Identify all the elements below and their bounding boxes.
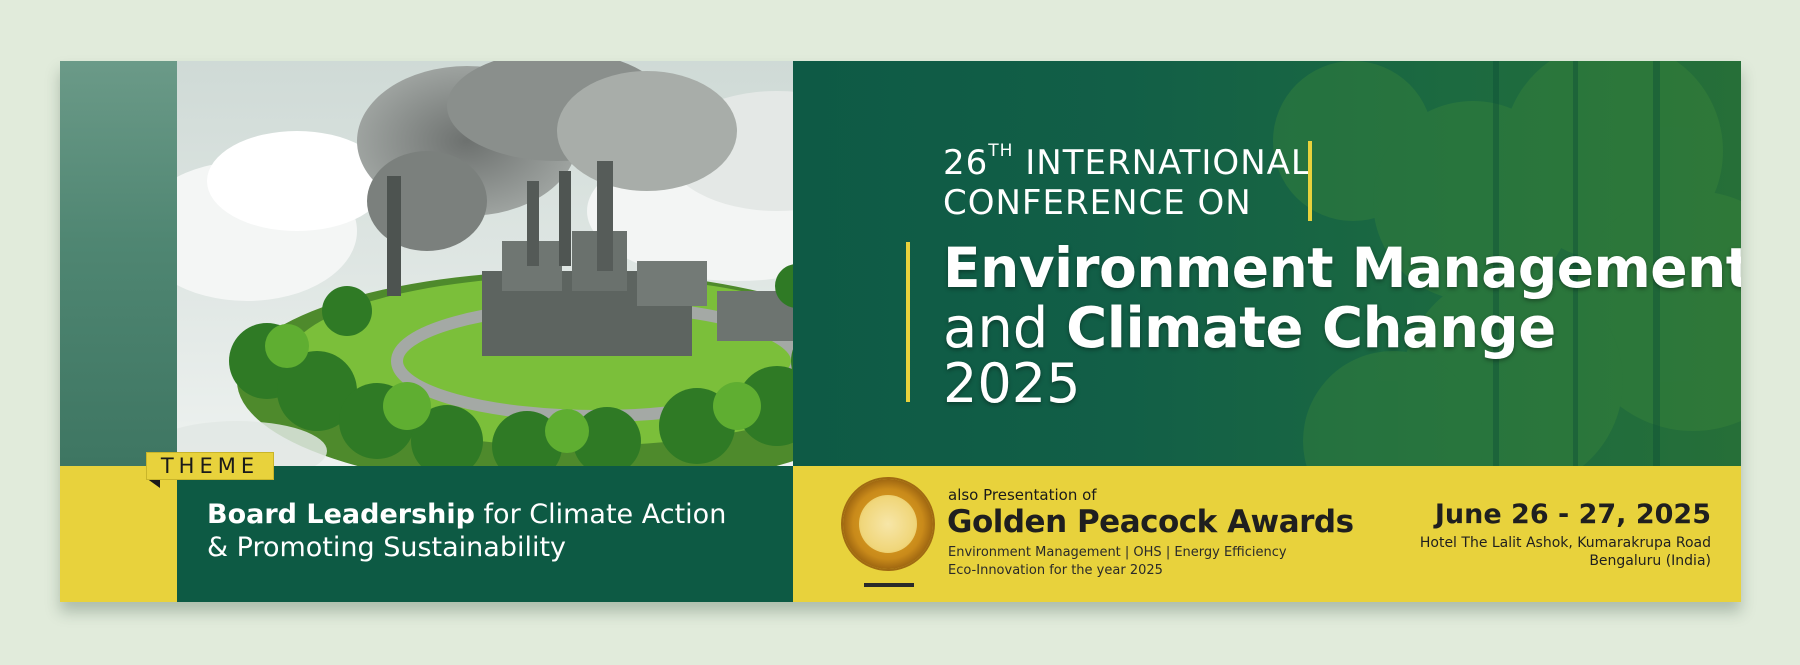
conference-banner: 26TH INTERNATIONAL CONFERENCE ON Environ… <box>60 61 1741 602</box>
medal-center <box>859 495 917 553</box>
theme-tag: THEME <box>146 452 274 480</box>
conference-subtitle: CONFERENCE ON <box>943 183 1252 223</box>
event-venue: Hotel The Lalit Ashok, Kumarakrupa Road <box>1419 535 1711 551</box>
awards-title: Golden Peacock Awards <box>947 504 1354 540</box>
golden-peacock-medal-icon <box>843 479 933 569</box>
event-date: June 26 - 27, 2025 <box>1434 499 1711 530</box>
theme-text: Board Leadership for Climate Action & Pro… <box>207 499 727 563</box>
conference-title: Environment Management <box>943 236 1741 300</box>
cloud-strip <box>60 61 177 466</box>
awards-categories: Eco-Innovation for the year 2025 <box>948 563 1163 578</box>
accent-bar <box>1308 141 1312 221</box>
conference-edition: 26TH INTERNATIONAL <box>943 141 1311 183</box>
conference-year: 2025 <box>943 352 1081 415</box>
accent-bar <box>906 242 910 402</box>
eco-factory-illustration <box>177 61 853 466</box>
awards-categories: Environment Management | OHS | Energy Ef… <box>948 545 1287 560</box>
awards-intro: also Presentation of <box>948 486 1097 504</box>
event-city: Bengaluru (India) <box>1589 553 1711 569</box>
conference-title: and Climate Change <box>943 296 1556 361</box>
awards-panel: also Presentation of Golden Peacock Awar… <box>793 466 1741 602</box>
medal-underline <box>864 583 914 587</box>
heading-panel: 26TH INTERNATIONAL CONFERENCE ON Environ… <box>793 61 1741 466</box>
